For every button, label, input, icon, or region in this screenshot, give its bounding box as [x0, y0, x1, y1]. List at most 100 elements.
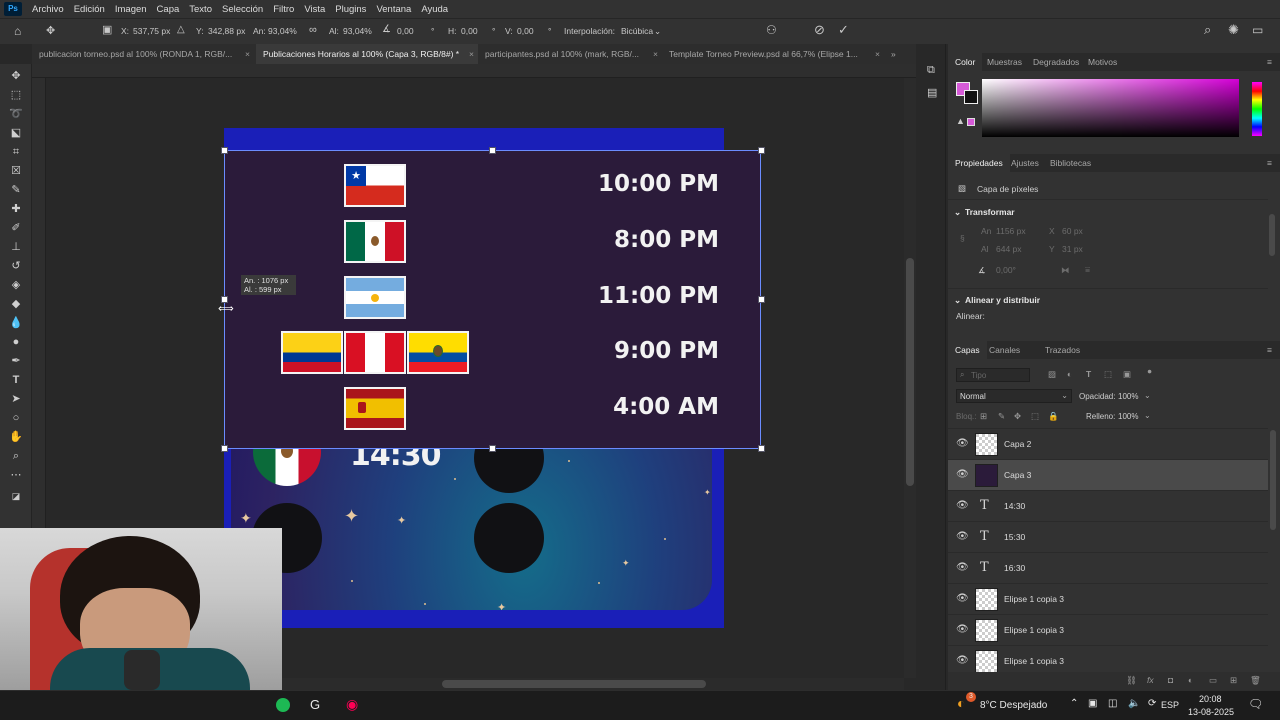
layer-row[interactable]: 👁 Capa 3 — [948, 459, 1268, 490]
transform-angle-field[interactable]: 0,00° — [996, 265, 1016, 275]
weather-icon[interactable]: ◐ — [957, 695, 965, 711]
visibility-eye-icon[interactable]: 👁 — [956, 624, 969, 635]
filter-smart-object-icon[interactable]: ▣ — [1123, 369, 1131, 380]
layer-row[interactable]: 👁 Elipse 1 copia 3 — [948, 645, 1268, 674]
visibility-eye-icon[interactable]: 👁 — [956, 562, 969, 573]
close-icon[interactable]: × — [469, 44, 474, 64]
transform-handle-right[interactable] — [758, 296, 765, 303]
menu-plugins[interactable]: Plugins — [335, 4, 366, 15]
menu-archivo[interactable]: Archivo — [32, 4, 64, 15]
chevron-up-icon[interactable]: ⌃ — [1070, 698, 1078, 709]
filter-pixel-icon[interactable]: ▨ — [1048, 369, 1056, 380]
paint-bucket-icon[interactable]: ◆ — [6, 296, 26, 312]
visibility-eye-icon[interactable]: 👁 — [956, 469, 969, 480]
tab-publicacion-torneo[interactable]: publicacion torneo.psd al 100% (RONDA 1,… — [32, 44, 254, 64]
history-icon[interactable]: ⧉ — [927, 64, 935, 77]
v-skew-field[interactable]: 0,00 — [517, 26, 534, 36]
h-skew-field[interactable]: 0,00 — [461, 26, 478, 36]
layer-filter-input[interactable]: ⌕ Tipo — [956, 368, 1030, 382]
tab-ajustes[interactable]: Ajustes — [1004, 154, 1046, 172]
align-section-title[interactable]: Alinear y distribuir — [965, 295, 1040, 305]
filter-type-icon[interactable]: T — [1086, 369, 1091, 379]
delta-icon[interactable]: △ — [177, 24, 185, 35]
pen-tool-icon[interactable]: ✒ — [6, 353, 26, 369]
close-icon[interactable]: × — [653, 44, 658, 64]
marquee-tool-icon[interactable]: ⬚ — [6, 87, 26, 103]
menu-vista[interactable]: Vista — [304, 4, 325, 15]
height-field[interactable]: 93,04% — [343, 26, 372, 36]
dodge-tool-icon[interactable]: ● — [6, 334, 26, 350]
crop-tool-icon[interactable]: ⌗ — [6, 144, 26, 160]
horizontal-scroll-thumb[interactable] — [442, 680, 706, 688]
photoshop-logo-icon[interactable]: Ps — [4, 2, 22, 16]
menu-edicion[interactable]: Edición — [74, 4, 105, 15]
panel-menu-icon[interactable]: ≡ — [1260, 154, 1279, 172]
transform-handle-top-right[interactable] — [758, 147, 765, 154]
cancel-transform-icon[interactable]: ⊘ — [814, 22, 825, 38]
lock-all-icon[interactable]: 🔒 — [1048, 411, 1059, 422]
transform-handle-top-left[interactable] — [221, 147, 228, 154]
discover-icon[interactable]: ✺ — [1228, 22, 1239, 38]
tab-canales[interactable]: Canales — [982, 341, 1027, 359]
menu-imagen[interactable]: Imagen — [115, 4, 147, 15]
history-brush-icon[interactable]: ↺ — [6, 258, 26, 274]
lock-image-icon[interactable]: ✎ — [998, 411, 1005, 422]
chevron-down-icon[interactable]: ⌄ — [1144, 391, 1151, 400]
flip-vertical-icon[interactable]: ⩸ — [1085, 264, 1090, 275]
transform-handle-bottom[interactable] — [489, 445, 496, 452]
weather-text[interactable]: 8°C Despejado — [980, 700, 1047, 711]
angle-field[interactable]: 0,00 — [397, 26, 414, 36]
hue-slider[interactable] — [1252, 82, 1262, 136]
transform-handle-bottom-right[interactable] — [758, 445, 765, 452]
more-tabs-icon[interactable]: » — [884, 44, 914, 64]
chevron-down-icon[interactable]: ⌄ — [654, 26, 661, 37]
lock-position-icon[interactable]: ✥ — [1014, 411, 1021, 422]
tab-template-torneo[interactable]: Template Torneo Preview.psd al 66,7% (El… — [662, 44, 884, 64]
menu-texto[interactable]: Texto — [189, 4, 212, 15]
flip-horizontal-icon[interactable]: ⧓ — [1061, 265, 1070, 276]
menu-filtro[interactable]: Filtro — [273, 4, 294, 15]
web-color-swatch[interactable] — [967, 118, 975, 126]
layer-row[interactable]: 👁 Elipse 1 copia 3 — [948, 614, 1268, 645]
layer-row[interactable]: 👁 Capa 2 — [948, 428, 1268, 459]
tab-bibliotecas[interactable]: Bibliotecas — [1043, 154, 1098, 172]
transform-handle-bottom-left[interactable] — [221, 445, 228, 452]
healing-brush-icon[interactable]: ✚ — [6, 201, 26, 217]
lock-artboard-icon[interactable]: ⬚ — [1031, 411, 1039, 422]
transform-h-field[interactable]: 644 px — [996, 244, 1022, 254]
chevron-down-icon[interactable]: ⌄ — [954, 295, 961, 306]
move-tool-icon[interactable]: ✥ — [6, 68, 26, 84]
layer-style-icon[interactable]: fx — [1147, 675, 1154, 685]
lock-transparent-icon[interactable]: ⊞ — [980, 411, 987, 422]
network-icon[interactable]: ◫ — [1108, 698, 1117, 709]
close-icon[interactable]: × — [875, 44, 880, 64]
transform-section-title[interactable]: Transformar — [965, 207, 1015, 217]
clock-date[interactable]: 13-08-2025 — [1188, 707, 1234, 717]
tab-publicaciones-horarios[interactable]: Publicaciones Horarios al 100% (Capa 3, … — [256, 44, 478, 64]
menu-ayuda[interactable]: Ayuda — [421, 4, 448, 15]
close-icon[interactable]: × — [245, 44, 250, 64]
opacity-field[interactable]: 100% — [1118, 392, 1138, 401]
panel-menu-icon[interactable]: ≡ — [1260, 53, 1279, 71]
adjustment-layer-icon[interactable]: ◐ — [1188, 675, 1193, 685]
tab-motivos[interactable]: Motivos — [1081, 53, 1124, 71]
fill-field[interactable]: 100% — [1118, 412, 1138, 421]
comments-icon[interactable]: ▤ — [927, 86, 937, 99]
blur-tool-icon[interactable]: 💧 — [6, 315, 26, 331]
mask-icon[interactable]: ◘ — [1168, 675, 1173, 685]
interpolation-select[interactable]: Bicúbica — [621, 26, 653, 36]
type-tool-icon[interactable]: T — [6, 372, 26, 388]
search-icon[interactable]: ⌕ — [1204, 22, 1211, 38]
workspace-icon[interactable]: ▭ — [1252, 23, 1263, 37]
app-disc-icon[interactable]: ◉ — [346, 696, 358, 713]
transform-y-field[interactable]: 31 px — [1062, 244, 1083, 254]
tab-capas[interactable]: Capas — [948, 341, 987, 359]
more-tools-icon[interactable]: ⋯ — [6, 467, 26, 483]
menu-seleccion[interactable]: Selección — [222, 4, 263, 15]
tab-color[interactable]: Color — [948, 53, 983, 71]
tab-muestras[interactable]: Muestras — [980, 53, 1029, 71]
commit-transform-icon[interactable]: ✓ — [838, 22, 849, 38]
filter-shape-icon[interactable]: ⬚ — [1104, 369, 1112, 380]
properties-scroll-thumb[interactable] — [1269, 214, 1275, 256]
spotify-icon[interactable] — [276, 698, 290, 712]
